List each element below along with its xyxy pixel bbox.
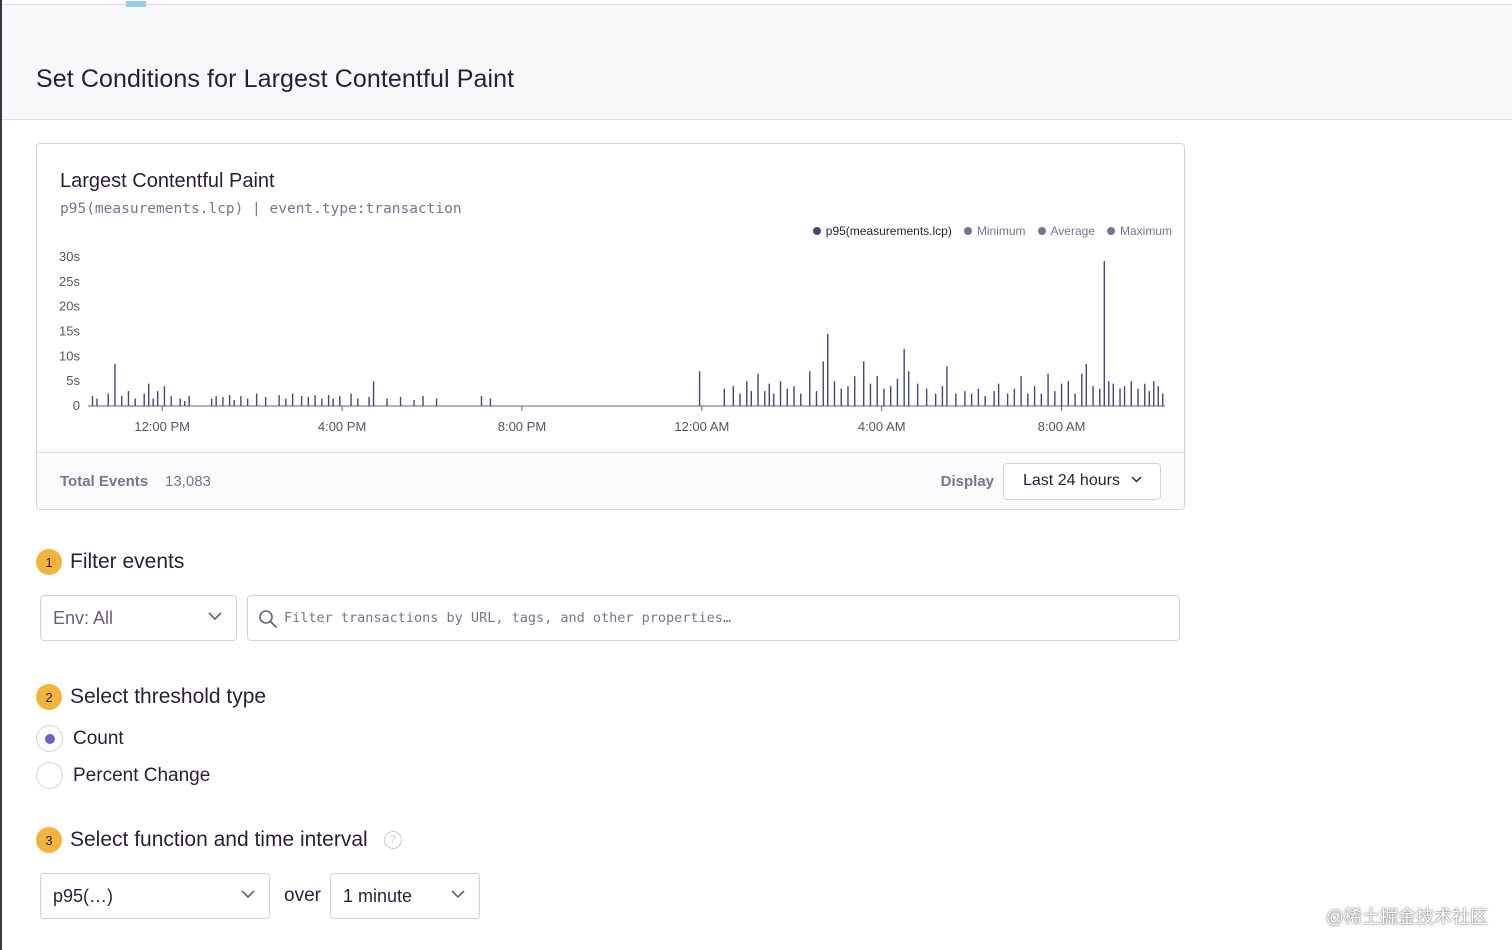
- window-left-edge: [0, 0, 2, 950]
- total-events-value: 13,083: [165, 473, 211, 490]
- x-tick-label: 4:00 AM: [858, 419, 906, 434]
- step-threshold-type: 2 Select threshold type: [36, 684, 266, 710]
- step-title: Select threshold type: [70, 685, 267, 708]
- function-select[interactable]: p95(…): [40, 873, 270, 919]
- page-title: Set Conditions for Largest Contentful Pa…: [36, 65, 515, 93]
- total-events-label: Total Events: [60, 473, 149, 490]
- legend-label: p95(measurements.lcp): [825, 224, 952, 238]
- legend-label: Average: [1050, 224, 1095, 238]
- display-period-value: Last 24 hours: [1023, 472, 1120, 489]
- y-tick-label: 15s: [59, 324, 80, 339]
- display-period-select[interactable]: Last 24 hours: [1003, 463, 1161, 500]
- display-label: Display: [940, 473, 994, 490]
- page-header: Set Conditions for Largest Contentful Pa…: [2, 1, 1512, 120]
- legend-item-average[interactable]: Average: [1037, 224, 1095, 238]
- help-icon[interactable]: ?: [383, 831, 402, 849]
- environment-select[interactable]: Env: All: [40, 595, 237, 641]
- chart-query: p95(measurements.lcp) | event.type:trans…: [60, 201, 462, 217]
- step-title: Select function and time interval: [70, 828, 368, 851]
- legend-item-maximum[interactable]: Maximum: [1106, 224, 1172, 238]
- chevron-down-icon: [1131, 476, 1142, 483]
- chevron-down-icon: [208, 612, 222, 621]
- legend-dot: [1037, 227, 1046, 235]
- legend-dot: [812, 227, 821, 235]
- step-function-interval: 3 Select function and time interval ?: [36, 827, 402, 853]
- y-tick-label: 25s: [59, 274, 80, 289]
- function-value: p95(…): [53, 886, 114, 906]
- step-number-badge: 3: [36, 827, 62, 853]
- threshold-option-percent-change[interactable]: Percent Change: [36, 762, 210, 789]
- chart-title: Largest Contentful Paint: [60, 170, 275, 192]
- watermark: @稀土掘金技术社区: [1325, 907, 1488, 927]
- time-interval-value: 1 minute: [343, 886, 413, 906]
- radio-button-checked[interactable]: [36, 725, 63, 752]
- x-tick-label: 12:00 AM: [674, 419, 729, 434]
- chart-legend: p95(measurements.lcp) Minimum Average Ma…: [812, 224, 1172, 238]
- event-filter-search[interactable]: [247, 595, 1180, 641]
- x-tick-label: 12:00 PM: [134, 419, 190, 434]
- y-tick-label: 0: [73, 398, 80, 413]
- breadcrumb-fragment: [126, 1, 146, 7]
- threshold-option-count[interactable]: Count: [36, 725, 124, 752]
- y-tick-label: 5s: [66, 373, 80, 388]
- step-filter-events: 1 Filter events: [36, 549, 184, 575]
- legend-item-minimum[interactable]: Minimum: [963, 224, 1026, 238]
- radio-button[interactable]: [36, 762, 63, 789]
- y-tick-label: 20s: [59, 299, 80, 314]
- legend-dot: [963, 227, 972, 235]
- chart-panel: Largest Contentful Paint p95(measurement…: [36, 143, 1185, 510]
- legend-label: Maximum: [1119, 224, 1172, 238]
- over-label: over: [284, 885, 321, 906]
- y-tick-label: 10s: [59, 348, 80, 363]
- radio-label: Count: [73, 727, 124, 749]
- search-icon: [259, 610, 277, 628]
- time-interval-select[interactable]: 1 minute: [330, 873, 480, 919]
- y-tick-label: 30s: [59, 249, 80, 264]
- chevron-down-icon: [241, 890, 255, 899]
- chevron-down-icon: [451, 890, 465, 899]
- legend-label: Minimum: [976, 224, 1026, 238]
- x-tick-label: 8:00 PM: [498, 419, 546, 434]
- environment-value: Env: All: [53, 608, 114, 628]
- search-input[interactable]: [284, 606, 1164, 630]
- x-tick-label: 4:00 PM: [318, 419, 366, 434]
- step-number-badge: 1: [36, 549, 62, 575]
- legend-item-p95[interactable]: p95(measurements.lcp): [812, 224, 952, 238]
- chart-footer: Total Events 13,083 Display Last 24 hour…: [37, 452, 1184, 509]
- lcp-chart[interactable]: 30s 25s 20s 15s 10s 5s 0 12:00 PM 4:00 PM 8:00 PM…: [37, 244, 1184, 444]
- step-title: Filter events: [70, 550, 185, 573]
- legend-dot: [1106, 227, 1115, 235]
- radio-label: Percent Change: [73, 764, 211, 786]
- x-tick-label: 8:00 AM: [1038, 419, 1086, 434]
- step-number-badge: 2: [36, 684, 62, 710]
